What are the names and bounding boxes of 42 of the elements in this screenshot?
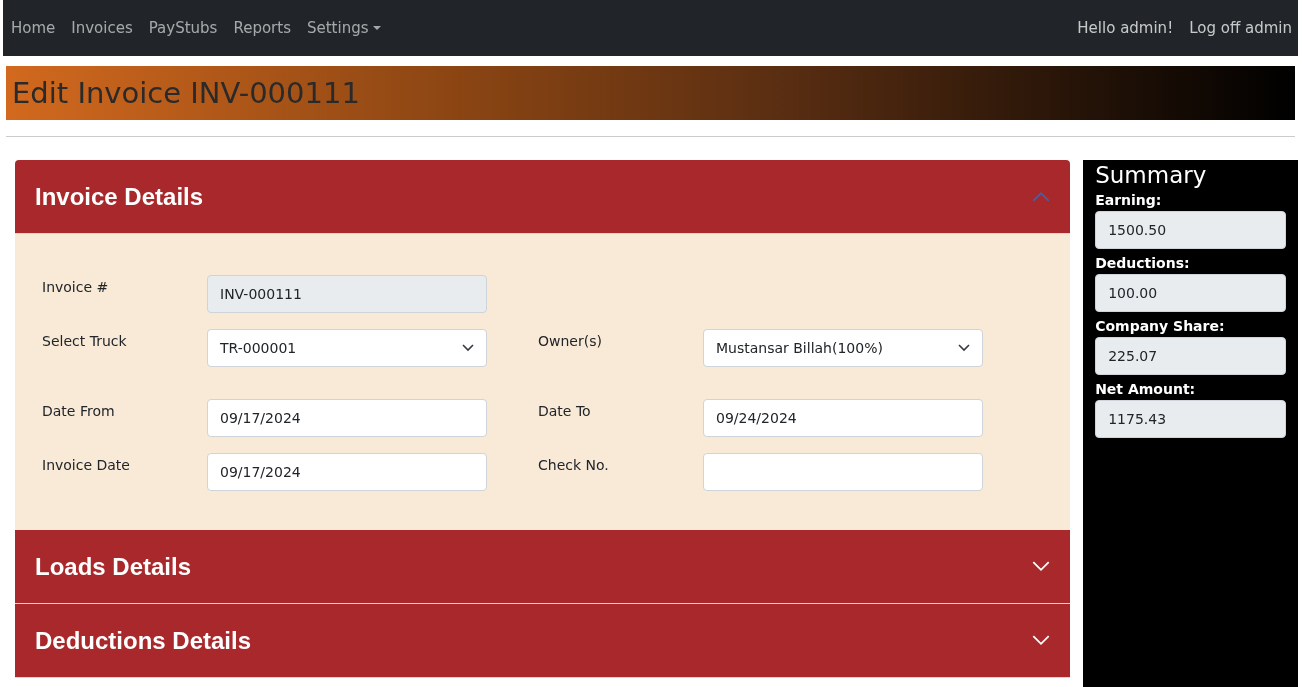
chevron-down-icon bbox=[1032, 561, 1051, 572]
section-title: Invoice Details bbox=[35, 182, 204, 211]
summary-label: Company Share: bbox=[1095, 318, 1226, 334]
summary-label: Deductions: bbox=[1095, 255, 1191, 271]
nav-link[interactable]: Home bbox=[11, 19, 56, 37]
nav-link[interactable]: Invoices bbox=[71, 19, 133, 37]
dropdown-field[interactable]: TR-000001 bbox=[207, 329, 487, 367]
field-label: Check No. bbox=[538, 456, 610, 473]
nav-link[interactable]: Log off admin bbox=[1189, 19, 1292, 37]
chevron-down-icon bbox=[958, 344, 970, 352]
input-field[interactable] bbox=[703, 453, 983, 491]
input-field[interactable]: INV-000111 bbox=[207, 275, 487, 313]
field-label: Date From bbox=[42, 402, 116, 419]
summary-title: Summary bbox=[1095, 161, 1208, 190]
section-title: Loads Details bbox=[35, 552, 192, 581]
accordion-header[interactable]: Loads Details bbox=[15, 530, 1071, 604]
section-title: Deductions Details bbox=[35, 626, 252, 655]
accordion-header[interactable]: Deductions Details bbox=[15, 604, 1071, 678]
nav-link[interactable]: PayStubs bbox=[148, 19, 218, 37]
field-label: Date To bbox=[538, 402, 592, 419]
field-label: Select Truck bbox=[42, 332, 128, 349]
input-field[interactable]: 09/24/2024 bbox=[703, 399, 983, 437]
page-title: Edit Invoice INV-000111 bbox=[12, 76, 360, 110]
field-label: Invoice Date bbox=[42, 456, 131, 473]
summary-label: Earning: bbox=[1095, 192, 1163, 208]
field-label: Invoice # bbox=[42, 278, 110, 295]
input-field[interactable]: 09/17/2024 bbox=[207, 399, 487, 437]
nav-link[interactable]: Settings bbox=[307, 19, 381, 37]
nav-link[interactable]: Reports bbox=[233, 19, 291, 37]
chevron-down-icon bbox=[1032, 635, 1051, 646]
summary-field[interactable]: 225.07 bbox=[1095, 337, 1286, 375]
summary-label: Net Amount: bbox=[1095, 381, 1197, 397]
input-field[interactable]: 09/17/2024 bbox=[207, 453, 487, 491]
summary-field[interactable]: 1500.50 bbox=[1095, 211, 1286, 249]
accordion-header[interactable]: Invoice Details bbox=[15, 160, 1071, 234]
field-label: Owner(s) bbox=[538, 332, 603, 349]
nav-link[interactable]: Hello admin! bbox=[1077, 19, 1174, 37]
chevron-up-icon bbox=[1032, 191, 1051, 202]
dropdown-field[interactable]: Mustansar Billah(100%) bbox=[703, 329, 983, 367]
summary-field[interactable]: 100.00 bbox=[1095, 274, 1286, 312]
chevron-down-icon bbox=[462, 344, 474, 352]
summary-field[interactable]: 1175.43 bbox=[1095, 400, 1286, 438]
